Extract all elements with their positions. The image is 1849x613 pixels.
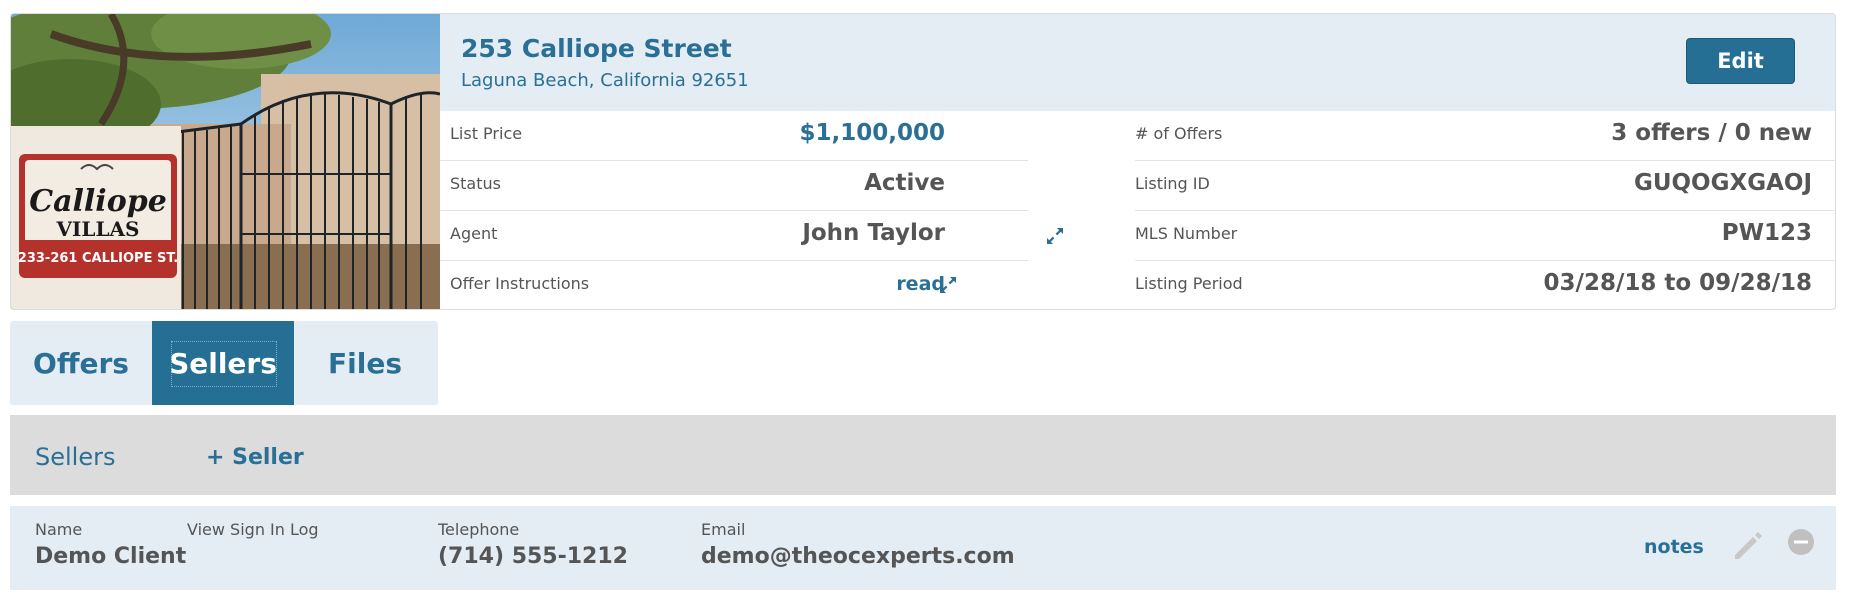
seller-telephone: (714) 555-1212: [438, 544, 628, 569]
list-price-value: $1,100,000: [799, 120, 945, 146]
details-right-column: # of Offers 3 offers / 0 new Listing ID …: [1135, 111, 1835, 309]
view-sign-in-log-link[interactable]: View Sign In Log: [187, 520, 319, 539]
listing-details: List Price $1,100,000 Status Active Agen…: [440, 111, 1835, 309]
detail-label: Listing Period: [1135, 274, 1243, 293]
listing-id-value: GUQOGXGAOJ: [1633, 170, 1812, 196]
add-seller-button[interactable]: + Seller: [206, 445, 304, 470]
expand-icon[interactable]: [1045, 226, 1065, 246]
listing-header: 253 Calliope Street Laguna Beach, Califo…: [440, 14, 1835, 111]
detail-row-offers: # of Offers 3 offers / 0 new: [1135, 111, 1835, 161]
detail-label: Status: [450, 174, 501, 193]
tab-sellers[interactable]: Sellers: [152, 321, 294, 405]
status-value: Active: [864, 170, 945, 196]
notes-link[interactable]: notes: [1644, 536, 1704, 558]
detail-row-offer-instructions: Offer Instructions read: [440, 261, 1028, 309]
detail-row-mls-number: MLS Number PW123: [1135, 211, 1835, 261]
sign-text-3: 233-261 CALLIOPE ST.: [18, 251, 178, 266]
sellers-section-header: Sellers + Seller: [10, 415, 1836, 495]
listing-card: Calliope VILLAS 233-261 CALLIOPE ST. 253…: [10, 13, 1836, 310]
sign-text-2: VILLAS: [56, 217, 140, 241]
detail-label: Listing ID: [1135, 174, 1210, 193]
detail-row-listing-period: Listing Period 03/28/18 to 09/28/18: [1135, 261, 1835, 309]
seller-name: Demo Client: [35, 544, 187, 569]
detail-row-listing-id: Listing ID GUQOGXGAOJ: [1135, 161, 1835, 211]
sellers-section-title: Sellers: [35, 443, 116, 471]
mls-number-value: PW123: [1721, 220, 1812, 246]
detail-row-agent: Agent John Taylor: [440, 211, 1063, 261]
email-label: Email: [701, 520, 746, 539]
pencil-icon[interactable]: [1731, 529, 1765, 563]
property-photo-illustration: Calliope VILLAS 233-261 CALLIOPE ST.: [11, 14, 440, 309]
property-photo: Calliope VILLAS 233-261 CALLIOPE ST.: [11, 14, 440, 309]
details-left-column: List Price $1,100,000 Status Active Agen…: [440, 111, 1063, 309]
offer-instructions-read-link[interactable]: read: [896, 273, 945, 295]
detail-row-status: Status Active: [440, 161, 1028, 211]
telephone-label: Telephone: [438, 520, 520, 539]
name-label: Name: [35, 520, 83, 539]
sign-text-1: Calliope: [29, 184, 167, 219]
listing-period-value: 03/28/18 to 09/28/18: [1543, 270, 1812, 296]
edit-button[interactable]: Edit: [1686, 38, 1795, 84]
tab-files[interactable]: Files: [294, 321, 436, 405]
detail-label: # of Offers: [1135, 124, 1223, 143]
listing-address: 253 Calliope Street: [461, 34, 732, 63]
seller-row: Name Demo Client View Sign In Log Teleph…: [10, 506, 1836, 590]
detail-label: Agent: [450, 224, 498, 243]
detail-label: MLS Number: [1135, 224, 1238, 243]
detail-row-list-price: List Price $1,100,000: [440, 111, 1028, 161]
offers-count-value: 3 offers / 0 new: [1611, 120, 1812, 146]
listing-city-state-zip: Laguna Beach, California 92651: [461, 70, 749, 91]
listing-tabs: Offers Sellers Files: [10, 321, 438, 405]
tab-offers[interactable]: Offers: [10, 321, 152, 405]
minus-circle-icon[interactable]: [1787, 528, 1815, 556]
detail-label: Offer Instructions: [450, 274, 590, 293]
seller-email: demo@theocexperts.com: [701, 544, 1015, 569]
detail-label: List Price: [450, 124, 523, 143]
agent-value: John Taylor: [802, 220, 945, 246]
